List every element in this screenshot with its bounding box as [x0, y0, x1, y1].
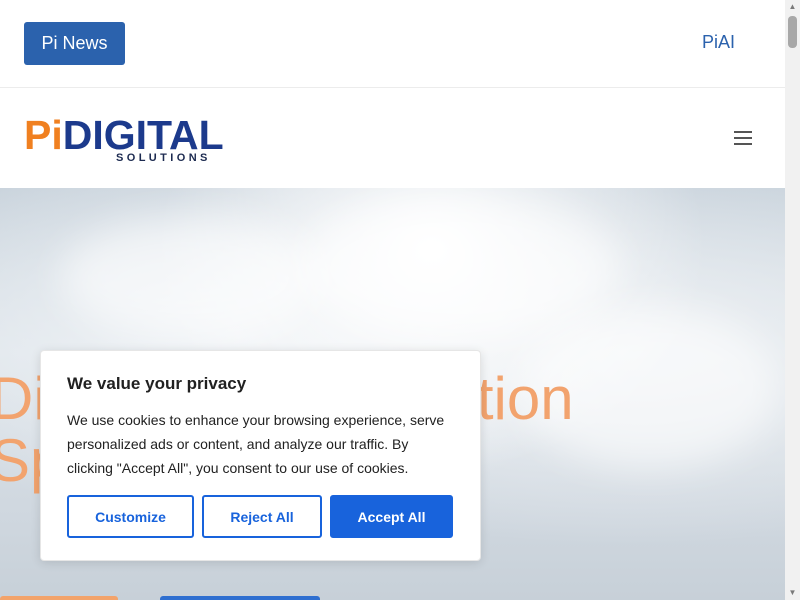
hero-secondary-button[interactable] [160, 596, 320, 600]
cookie-title: We value your privacy [67, 374, 247, 393]
pi-digital-logo[interactable]: PiDIGITAL SOLUTIONS [24, 115, 234, 165]
logo-wordmark: PiDIGITAL [24, 112, 224, 158]
cookie-consent-dialog: We value your privacy We use cookies to … [40, 350, 481, 561]
scroll-up-arrow-icon[interactable]: ▲ [785, 0, 800, 14]
reject-all-button[interactable]: Reject All [202, 495, 322, 538]
hamburger-icon[interactable] [734, 131, 752, 145]
cookie-description: We use cookies to enhance your browsing … [67, 412, 445, 476]
piai-link[interactable]: PiAI [702, 32, 735, 53]
logo-pi: Pi [24, 112, 63, 158]
hero-primary-button[interactable] [0, 596, 118, 600]
customize-button[interactable]: Customize [67, 495, 194, 538]
top-bar: Pi News PiAI [0, 0, 785, 88]
scroll-thumb[interactable] [788, 16, 797, 48]
vertical-scrollbar[interactable]: ▲ ▼ [785, 0, 800, 600]
site-header: PiDIGITAL SOLUTIONS [0, 88, 785, 188]
scroll-down-arrow-icon[interactable]: ▼ [785, 586, 800, 600]
logo-subtitle: SOLUTIONS [116, 152, 211, 164]
cloud-shape [60, 218, 320, 338]
page: Pi News PiAI PiDIGITAL SOLUTIONS Digital… [0, 0, 785, 600]
accept-all-button[interactable]: Accept All [330, 495, 453, 538]
pi-news-button[interactable]: Pi News [24, 22, 125, 65]
cloud-shape [300, 198, 620, 338]
